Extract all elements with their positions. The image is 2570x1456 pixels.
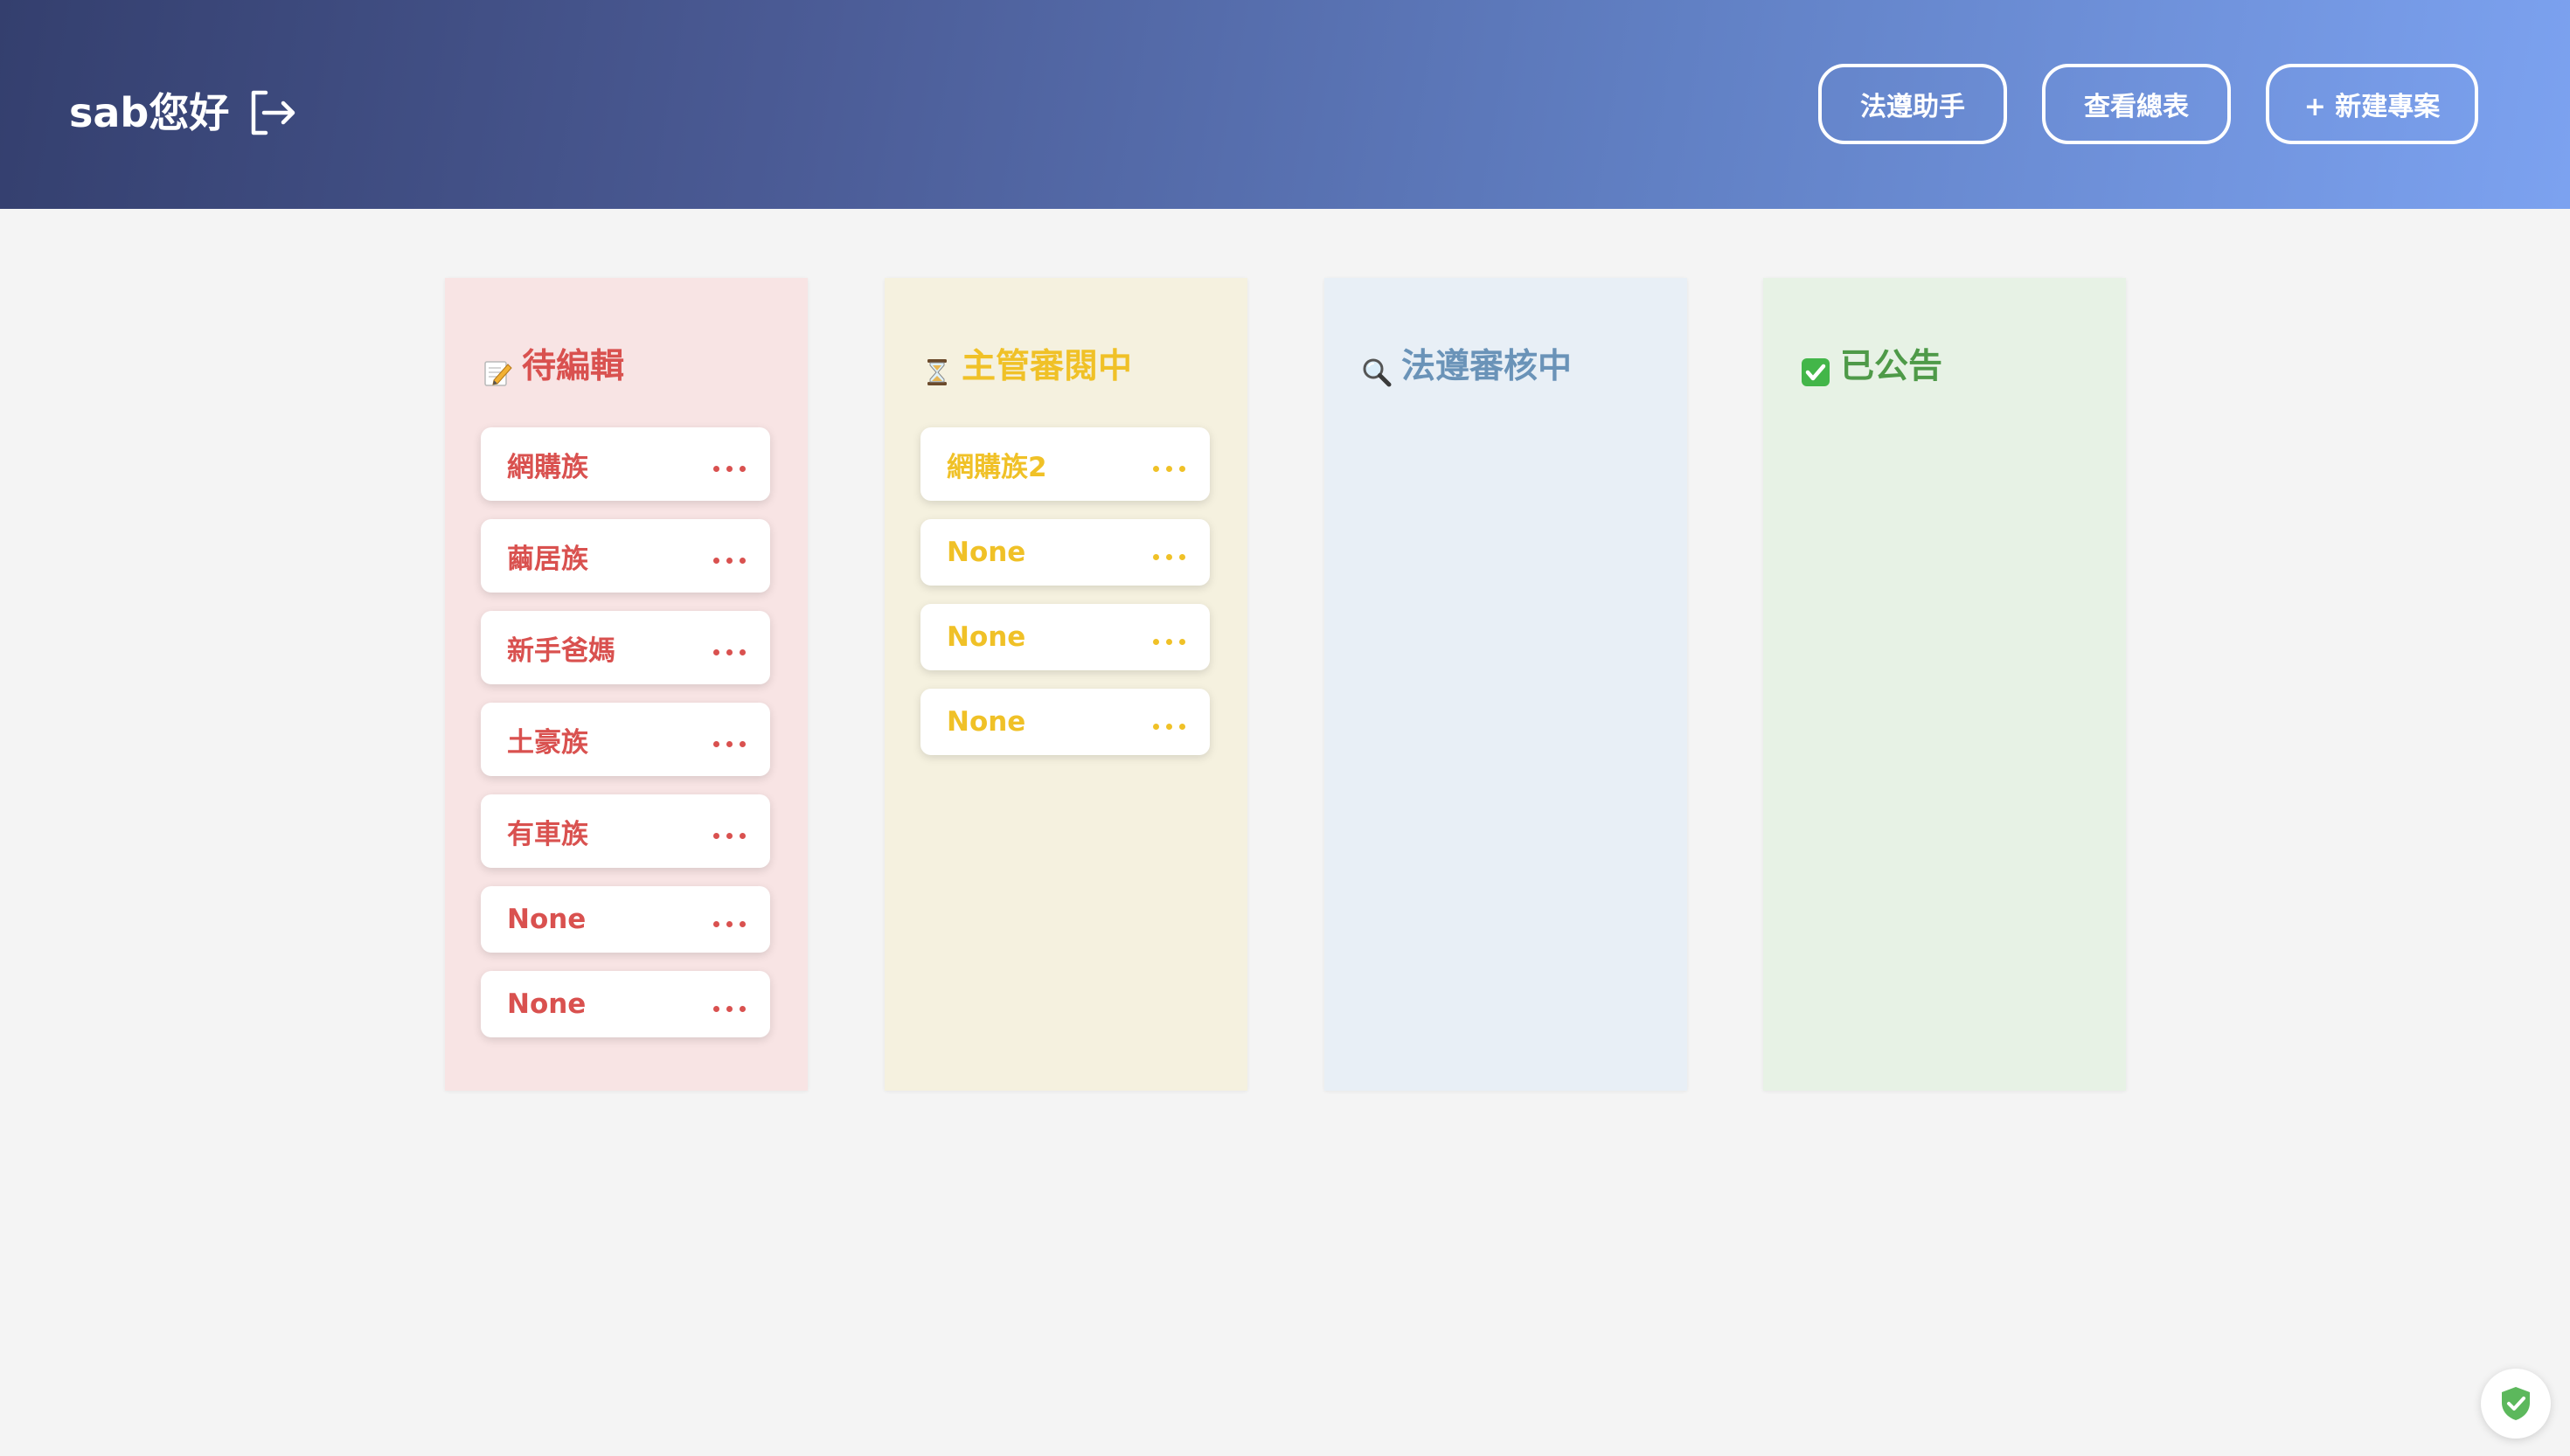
project-card[interactable]: 新手爸媽 [481,611,770,684]
project-card[interactable]: None [481,971,770,1037]
column-manager-review: 主管審閱中 網購族2 None None None [885,278,1247,1091]
more-options-icon[interactable] [713,611,746,684]
memo-icon [482,351,513,386]
project-card[interactable]: 網購族 [481,427,770,501]
project-card[interactable]: None [920,604,1210,670]
user-greeting: sab您好 [69,80,297,145]
compliance-assistant-button[interactable]: 法遵助手 [1818,64,2007,144]
project-card[interactable]: 繭居族 [481,519,770,593]
column-title: 已公告 [1800,341,1942,393]
greeting-text: sab您好 [69,89,230,136]
column-title-text: 已公告 [1840,347,1943,386]
more-options-icon[interactable] [1153,604,1185,670]
security-badge[interactable] [2481,1369,2551,1439]
project-card[interactable]: 土豪族 [481,703,770,776]
project-card[interactable]: None [920,519,1210,586]
project-card[interactable]: 網購族2 [920,427,1210,501]
card-title: 網購族 [507,451,588,483]
more-options-icon[interactable] [1153,519,1185,586]
card-title: None [947,706,1026,738]
shield-check-icon [2502,1387,2530,1420]
column-title: 法遵審核中 [1361,341,1572,393]
card-title: None [947,621,1026,653]
column-title-text: 待編輯 [522,347,625,386]
card-title: 繭居族 [507,543,588,575]
top-header: sab您好 法遵助手 查看總表 + 新建專案 [0,0,2570,209]
card-title: 新手爸媽 [507,634,615,667]
column-pending-edit: 待編輯 網購族 繭居族 新手爸媽 土豪族 有車族 None None [445,278,808,1091]
magnifier-icon [1361,351,1393,387]
view-summary-button[interactable]: 查看總表 [2042,64,2231,144]
check-box-icon [1800,351,1831,386]
more-options-icon[interactable] [713,703,746,776]
project-card[interactable]: 有車族 [481,794,770,868]
card-title: None [947,537,1026,568]
card-title: 網購族2 [947,451,1047,483]
more-options-icon[interactable] [713,971,746,1037]
more-options-icon[interactable] [713,886,746,953]
column-title-text: 主管審閱中 [962,347,1133,386]
card-title: 有車族 [507,818,588,850]
hourglass-icon [921,351,953,385]
project-card[interactable]: None [481,886,770,953]
more-options-icon[interactable] [713,427,746,501]
card-title: 土豪族 [507,726,588,759]
column-compliance-review: 法遵審核中 [1324,278,1687,1091]
column-title-text: 法遵審核中 [1401,347,1573,386]
column-announced: 已公告 [1763,278,2126,1091]
column-title: 主管審閱中 [921,341,1132,393]
project-card[interactable]: None [920,689,1210,755]
card-title: None [507,904,587,935]
card-title: None [507,988,587,1020]
logout-icon[interactable] [247,87,297,138]
column-title: 待編輯 [482,341,624,393]
more-options-icon[interactable] [1153,427,1185,501]
more-options-icon[interactable] [713,794,746,868]
new-project-button[interactable]: + 新建專案 [2266,64,2478,144]
more-options-icon[interactable] [713,519,746,593]
more-options-icon[interactable] [1153,689,1185,755]
